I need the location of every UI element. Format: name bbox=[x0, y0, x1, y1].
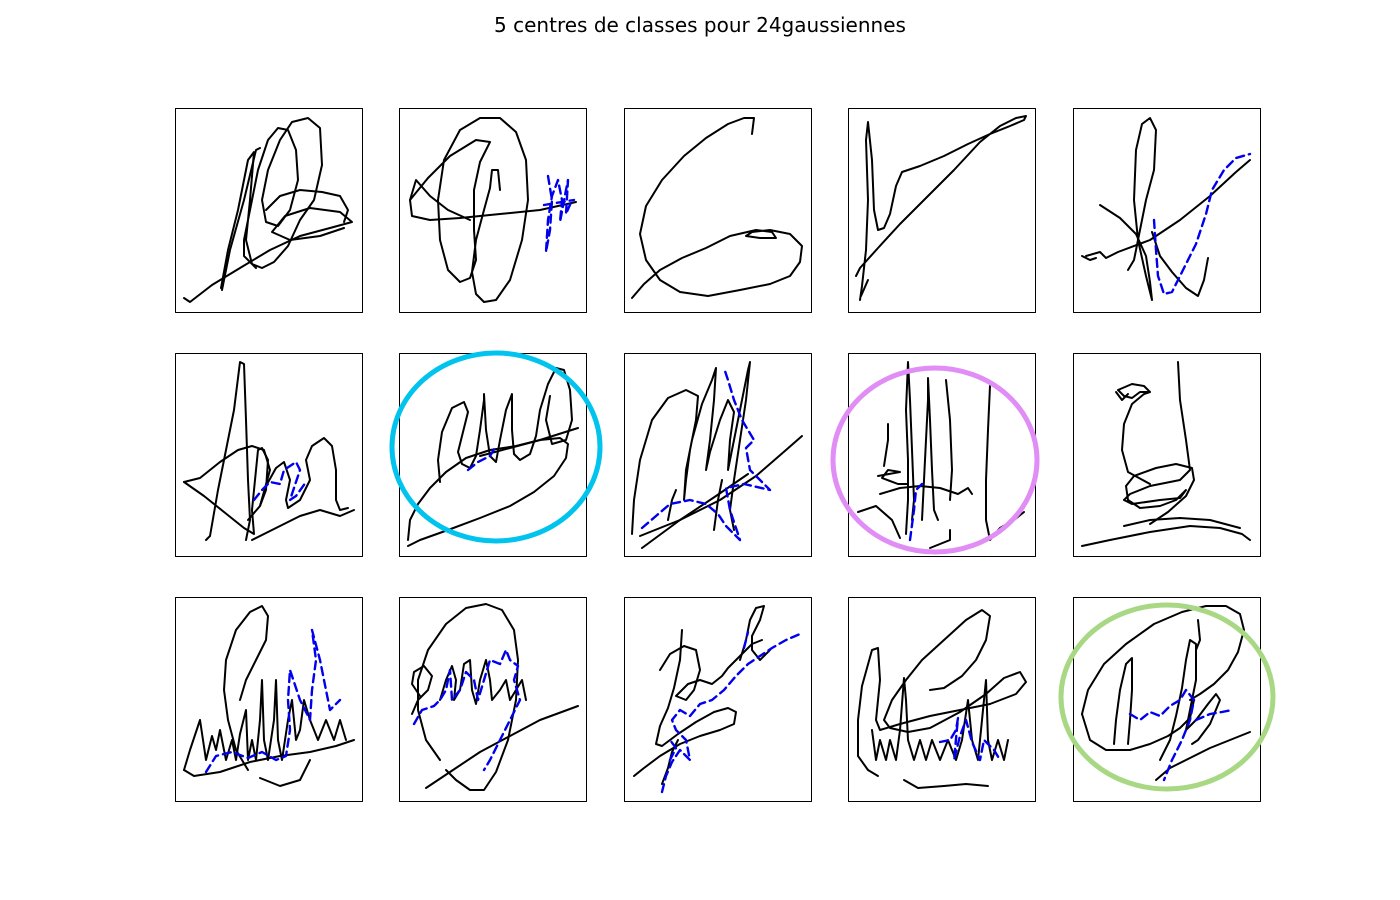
highlight-circle-cyan bbox=[389, 350, 603, 544]
signature-panel-14 bbox=[848, 597, 1036, 802]
signature-grid bbox=[0, 0, 1400, 900]
signature-panel-6 bbox=[175, 353, 363, 557]
signature-panel-12 bbox=[399, 597, 587, 802]
signature-panel-7 bbox=[389, 350, 603, 557]
signature-panel-10 bbox=[1073, 353, 1261, 557]
signature-panel-1 bbox=[175, 108, 363, 313]
dashed-overlay bbox=[542, 174, 576, 254]
panel-frame bbox=[624, 108, 812, 313]
signature-stroke bbox=[1081, 361, 1251, 547]
panel-frame bbox=[848, 597, 1036, 802]
dashed-overlay bbox=[1128, 688, 1234, 782]
highlight-circle-violet bbox=[830, 365, 1040, 555]
signature-stroke bbox=[631, 361, 803, 549]
signature-panel-9 bbox=[830, 353, 1040, 557]
signature-stroke bbox=[1081, 605, 1251, 781]
dashed-overlay bbox=[252, 460, 308, 502]
panel-frame bbox=[399, 108, 587, 313]
signature-stroke bbox=[1081, 117, 1251, 301]
signature-stroke bbox=[183, 361, 355, 541]
signature-panel-4 bbox=[848, 108, 1036, 313]
signature-stroke bbox=[183, 605, 355, 787]
signature-panel-11 bbox=[175, 597, 363, 802]
signature-panel-3 bbox=[624, 108, 812, 313]
panel-frame bbox=[175, 597, 363, 802]
signature-stroke bbox=[855, 115, 1027, 301]
signature-stroke bbox=[631, 117, 803, 299]
signature-panel-13 bbox=[624, 597, 812, 802]
dashed-overlay bbox=[660, 630, 802, 794]
signature-panel-15 bbox=[1058, 597, 1276, 802]
highlight-circle-green bbox=[1058, 602, 1276, 792]
signature-panel-8 bbox=[624, 353, 812, 557]
panel-frame bbox=[1073, 108, 1261, 313]
signature-panel-5 bbox=[1073, 108, 1261, 313]
signature-panel-2 bbox=[399, 108, 587, 313]
dashed-overlay bbox=[1152, 152, 1252, 296]
panel-frame bbox=[624, 597, 812, 802]
signature-figure bbox=[175, 108, 1276, 802]
panel-frame bbox=[848, 108, 1036, 313]
signature-stroke bbox=[411, 603, 579, 791]
panel-frame bbox=[624, 353, 812, 557]
panel-frame bbox=[399, 353, 587, 557]
signature-stroke bbox=[183, 117, 353, 303]
signature-stroke bbox=[857, 609, 1027, 789]
signature-stroke bbox=[633, 605, 771, 785]
